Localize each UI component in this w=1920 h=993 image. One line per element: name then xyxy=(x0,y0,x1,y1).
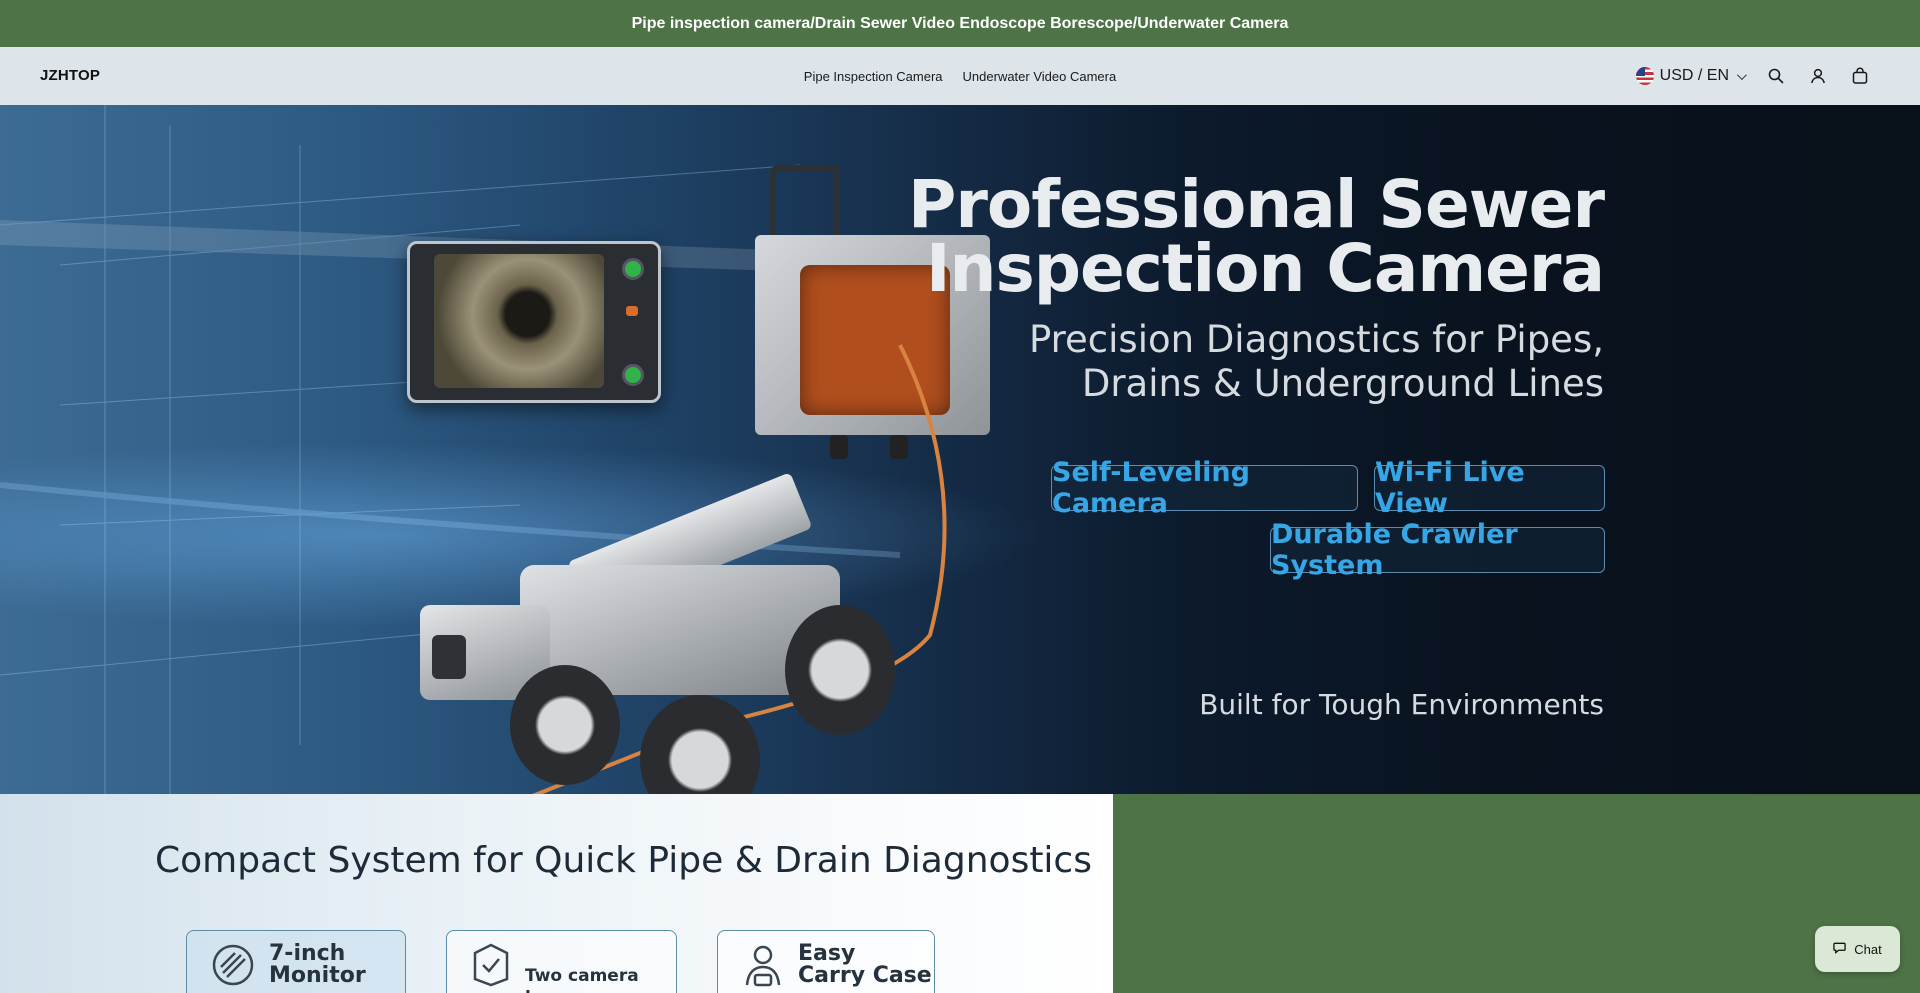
us-flag-icon xyxy=(1635,67,1654,85)
currency-language-selector[interactable]: USD / EN xyxy=(1635,67,1747,85)
nav-underwater-video-camera[interactable]: Underwater Video Camera xyxy=(963,69,1117,84)
carry-case-icon xyxy=(742,943,784,993)
monitor-icon xyxy=(211,943,255,992)
hero-title-line1: Professional Sewer xyxy=(908,166,1605,243)
main-nav: Pipe Inspection Camera Underwater Video … xyxy=(0,47,1920,105)
feature-card-lens-line1: Two camera lens xyxy=(525,966,639,993)
hero-subtitle: Precision Diagnostics for Pipes, Drains … xyxy=(1029,318,1604,406)
feature-card-monitor: 7-inch Monitor xyxy=(186,930,406,993)
feature-card-case: Easy Carry Case xyxy=(717,930,935,993)
locale-label: USD / EN xyxy=(1659,67,1729,84)
header-actions: USD / EN xyxy=(1635,47,1870,105)
hero-subtitle-line1: Precision Diagnostics for Pipes, xyxy=(1028,318,1604,361)
announcement-bar: Pipe inspection camera/Drain Sewer Video… xyxy=(0,0,1920,47)
hero-banner[interactable]: Professional Sewer Inspection Camera Pre… xyxy=(0,105,1920,794)
search-icon[interactable] xyxy=(1766,66,1786,86)
camera-lens-icon xyxy=(471,943,511,992)
chat-label: Chat xyxy=(1854,941,1882,957)
account-icon[interactable] xyxy=(1808,66,1828,86)
feature-panel: Compact System for Quick Pipe & Drain Di… xyxy=(0,794,1113,993)
feature-card-monitor-line1: 7-inch xyxy=(269,941,346,966)
feature-card-lens: Two camera lens xyxy=(446,930,677,993)
chevron-down-icon xyxy=(1736,69,1747,80)
hero-title-line2: Inspection Camera xyxy=(925,230,1605,307)
cart-icon[interactable] xyxy=(1850,66,1870,86)
chat-button[interactable]: Chat xyxy=(1815,926,1900,972)
hero-tagline: Built for Tough Environments xyxy=(1199,688,1604,721)
site-logo[interactable]: JZHTOP xyxy=(40,67,100,84)
feature-pill-self-leveling: Self-Leveling Camera xyxy=(1051,457,1358,519)
crawler-robot-image xyxy=(410,165,990,794)
nav-pipe-inspection-camera[interactable]: Pipe Inspection Camera xyxy=(804,69,943,84)
feature-pill-wifi: Wi-Fi Live View xyxy=(1374,457,1605,519)
hero-subtitle-line2: Drains & Underground Lines xyxy=(1081,362,1604,405)
hero-title: Professional Sewer Inspection Camera xyxy=(908,166,1605,307)
feature-card-case-line2: Carry Case xyxy=(798,963,932,988)
announcement-text: Pipe inspection camera/Drain Sewer Video… xyxy=(631,14,1289,32)
feature-card-monitor-line2: Monitor xyxy=(269,963,366,988)
feature-pill-crawler: Durable Crawler System xyxy=(1270,519,1605,581)
chat-bubble-icon xyxy=(1833,941,1846,957)
site-header: JZHTOP Pipe Inspection Camera Underwater… xyxy=(0,47,1920,105)
feature-panel-title: Compact System for Quick Pipe & Drain Di… xyxy=(155,840,1092,881)
feature-card-case-line1: Easy xyxy=(798,941,856,966)
